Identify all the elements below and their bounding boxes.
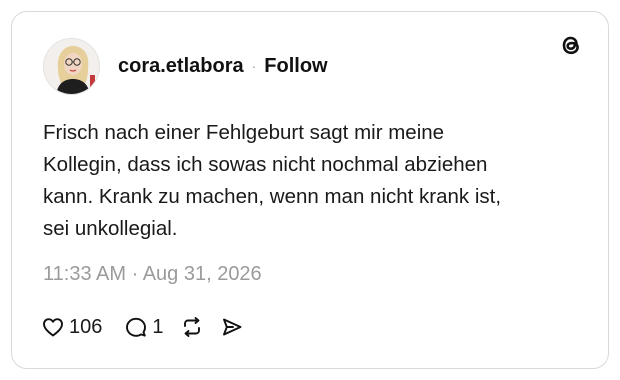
follow-button[interactable]: Follow: [264, 55, 327, 78]
repost-icon: [180, 315, 204, 339]
timestamp[interactable]: 11:33 AM · Aug 31, 2026: [43, 263, 262, 286]
avatar[interactable]: [43, 37, 100, 95]
speech-bubble-icon: [124, 315, 148, 339]
post-body: Frisch nach einer Fehlgeburt sagt mir me…: [43, 117, 573, 245]
share-button[interactable]: [220, 315, 244, 339]
post-text-line: Kollegin, dass ich sowas nicht nochmal a…: [43, 153, 488, 176]
author-row: cora.etlabora · Follow: [118, 55, 328, 78]
repost-button[interactable]: [180, 315, 204, 339]
post-header: cora.etlabora · Follow: [43, 37, 328, 95]
post-text-line: sei unkollegial.: [43, 217, 178, 240]
post-text-line: kann. Krank zu machen, wenn man nicht kr…: [43, 185, 502, 208]
like-button[interactable]: 106: [41, 315, 102, 339]
heart-icon: [41, 315, 65, 339]
action-bar: 106 1: [41, 312, 260, 342]
like-count: 106: [69, 315, 103, 338]
post-text-line: Frisch nach einer Fehlgeburt sagt mir me…: [43, 121, 445, 144]
reply-button[interactable]: 1: [124, 315, 164, 339]
send-icon: [220, 315, 244, 339]
threads-logo-icon[interactable]: [556, 30, 586, 60]
separator-dot: ·: [251, 58, 257, 74]
username[interactable]: cora.etlabora: [118, 55, 244, 78]
reply-count: 1: [152, 315, 164, 338]
post-card: cora.etlabora · Follow Frisch nach einer…: [11, 11, 609, 369]
